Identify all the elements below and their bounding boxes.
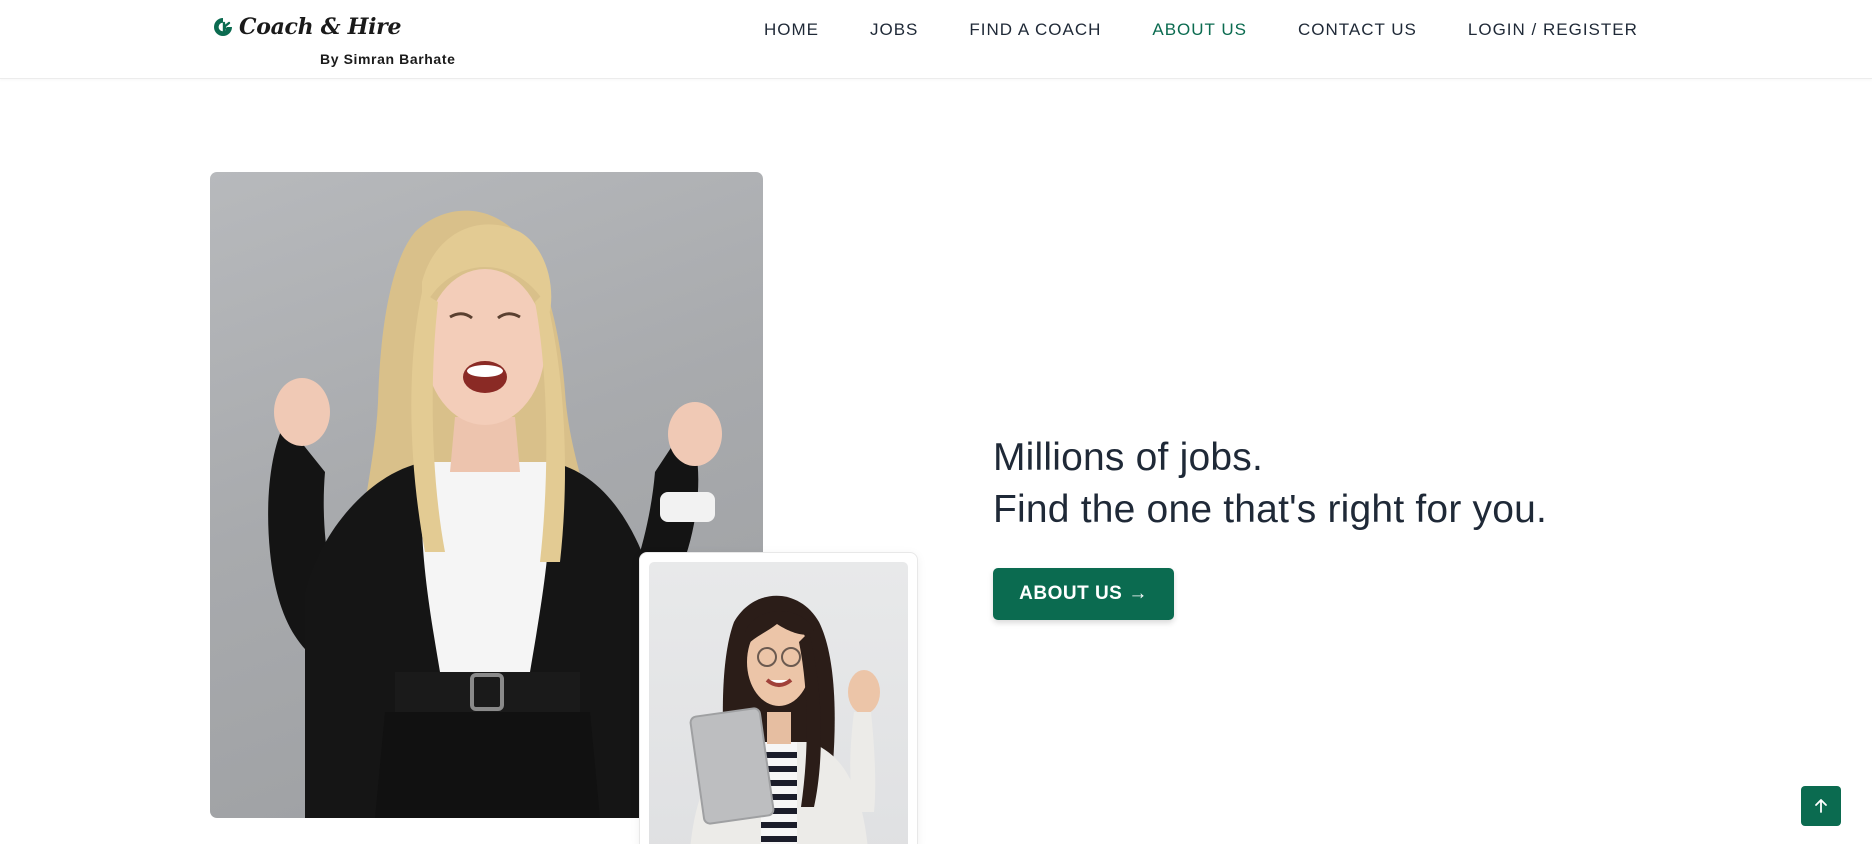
woman-with-laptop-illustration bbox=[689, 595, 880, 844]
nav-login-register[interactable]: LOGIN / REGISTER bbox=[1468, 20, 1638, 40]
hero-secondary-photo bbox=[649, 562, 908, 844]
brand-name: Coach & Hire bbox=[239, 14, 402, 40]
hero-secondary-photo-frame bbox=[639, 552, 918, 844]
scroll-to-top-button[interactable] bbox=[1801, 786, 1841, 826]
hero-title-line-1: Millions of jobs. bbox=[993, 436, 1264, 479]
main-nav: HOME JOBS FIND A COACH ABOUT US CONTACT … bbox=[764, 20, 1638, 40]
nav-jobs[interactable]: JOBS bbox=[870, 20, 918, 40]
arrow-right-icon: → bbox=[1128, 583, 1148, 604]
nav-home[interactable]: HOME bbox=[764, 20, 819, 40]
logo-icon bbox=[214, 18, 232, 36]
nav-about-us[interactable]: ABOUT US bbox=[1152, 20, 1247, 40]
hero-title: Millions of jobs. Find the one that's ri… bbox=[993, 432, 1547, 536]
site-logo[interactable]: Coach & Hire bbox=[211, 14, 401, 40]
arrow-up-icon bbox=[1815, 799, 1827, 813]
site-header: Coach & Hire By Simran Barhate HOME JOBS… bbox=[0, 0, 1872, 79]
nav-contact-us[interactable]: CONTACT US bbox=[1298, 20, 1417, 40]
nav-find-a-coach[interactable]: FIND A COACH bbox=[969, 20, 1101, 40]
about-us-button[interactable]: ABOUT US → bbox=[993, 568, 1174, 620]
brand-byline: By Simran Barhate bbox=[320, 51, 456, 67]
about-us-button-label: ABOUT US bbox=[1019, 583, 1123, 604]
hero-title-line-2: Find the one that's right for you. bbox=[993, 488, 1548, 531]
